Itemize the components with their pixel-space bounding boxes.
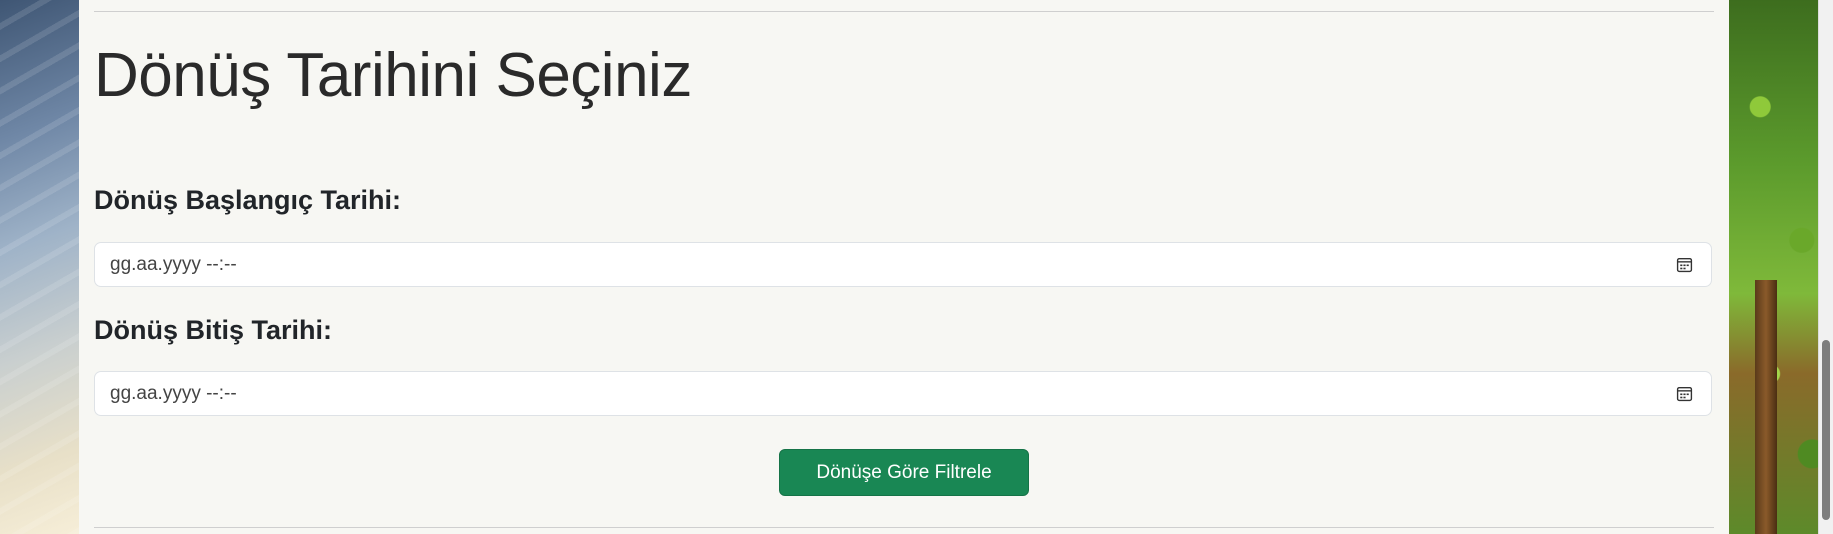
- page-title: Dönüş Tarihini Seçiniz: [94, 41, 692, 110]
- end-date-input[interactable]: gg.aa.yyyy --:--: [94, 371, 1712, 416]
- page-scrollbar[interactable]: [1818, 0, 1833, 534]
- date-filter-panel: Dönüş Tarihini Seçiniz Dönüş Başlangıç T…: [79, 0, 1729, 534]
- start-date-label: Dönüş Başlangıç Tarihi:: [94, 185, 402, 215]
- scrollbar-thumb[interactable]: [1822, 340, 1830, 520]
- end-date-placeholder: gg.aa.yyyy --:--: [110, 382, 237, 404]
- calendar-icon[interactable]: [1676, 385, 1693, 402]
- calendar-icon[interactable]: [1676, 256, 1693, 273]
- end-date-label: Dönüş Bitiş Tarihi:: [94, 315, 333, 345]
- start-date-input[interactable]: gg.aa.yyyy --:--: [94, 242, 1712, 287]
- filter-by-return-button[interactable]: Dönüşe Göre Filtrele: [779, 449, 1029, 496]
- background-tree-trunk: [1755, 280, 1777, 534]
- background-sky-image: [0, 0, 79, 534]
- divider-bottom: [94, 527, 1714, 528]
- divider-top: [94, 11, 1714, 12]
- start-date-placeholder: gg.aa.yyyy --:--: [110, 253, 237, 275]
